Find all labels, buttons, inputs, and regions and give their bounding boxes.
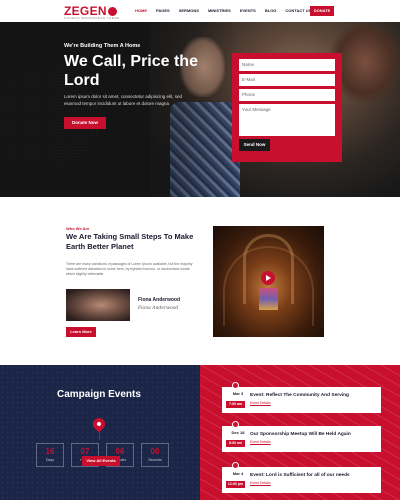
event-time: 12:00 pm [226,481,245,488]
countdown-seconds: 00 Seconds [141,443,169,467]
donate-now-button[interactable]: Donate Now [64,117,106,129]
donate-button[interactable]: DONATE [310,6,334,16]
event-card[interactable]: Mar 4 12:00 pm Event: Lord is Sufficient… [222,462,381,493]
pin-line [99,432,100,440]
menu-item-pages[interactable]: PAGES [156,8,170,13]
learn-more-button[interactable]: Learn More [66,327,96,337]
event-title[interactable]: Our Sponsorship Meetup Will Be Held Agai… [250,432,351,437]
main-menu: HOME PAGES SERMONS MINISTRIES EVENTS BLO… [135,8,311,13]
send-now-button[interactable]: Send Now [239,139,270,151]
event-marker-icon [232,462,239,469]
event-date: Mar 4 [232,471,244,476]
hero-kicker: We're Building Them A Home [64,43,141,49]
event-title[interactable]: Event: Lord is Sufficient for all of our… [250,473,350,478]
name-field[interactable]: Name [239,59,335,71]
menu-item-blog[interactable]: BLOG [265,8,277,13]
campaign-section [0,365,200,500]
event-time: 7:00 am [226,401,245,408]
event-card[interactable]: Mar 3 7:00 am Event: Reflect The Communi… [222,382,381,413]
event-card[interactable]: Dec 18 8:00 am Our Sponsorship Meetup Wi… [222,421,381,452]
countdown-value: 06 [115,447,125,456]
contact-form: Name E-Mail Phone Your Message Send Now [232,53,342,162]
phone-field[interactable]: Phone [239,89,335,101]
logo-drop-icon [107,7,117,16]
play-icon[interactable] [261,271,275,285]
countdown-label: Days [46,458,54,462]
campaign-title: Campaign Events [57,389,141,400]
menu-item-events[interactable]: EVENTS [240,8,256,13]
event-time: 8:00 am [226,440,245,447]
logo-tagline: CHURCH WORDPRESS THEME [64,16,120,20]
event-details-link[interactable]: Event Details [250,481,271,485]
dot-pattern [0,365,200,500]
message-field[interactable]: Your Message [239,104,335,136]
about-title: We Are Taking Small Steps To Make Earth … [66,232,194,251]
menu-item-home[interactable]: HOME [135,8,147,13]
countdown-value: 07 [80,447,90,456]
countdown-value: 00 [150,447,160,456]
countdown-days: 16 Days [36,443,64,467]
event-details-link[interactable]: Event Details [250,440,271,444]
founder-name: Fiona Anderwood [138,297,181,303]
event-title[interactable]: Event: Reflect The Community And Serving [250,393,349,398]
hero-text: Lorem ipsum dolor sit amet, consectetur … [64,94,183,106]
about-kicker: Who We Are [66,226,90,231]
event-details-link[interactable]: Event Details [250,401,271,405]
stained-glass-window [259,288,278,310]
about-text: There are many variations of passages of… [66,262,193,276]
event-marker-icon [232,421,239,428]
founder-signature: Fiona Anderwood [138,306,179,311]
countdown-value: 16 [45,447,55,456]
top-navigation: ZEGEN CHURCH WORDPRESS THEME HOME PAGES … [0,0,400,22]
event-date: Dec 18 [231,430,245,435]
event-date: Mar 3 [232,391,244,396]
hero-title: We Call, Price the Lord [64,53,198,89]
email-field[interactable]: E-Mail [239,74,335,86]
countdown-label: Seconds [148,458,162,462]
menu-item-ministries[interactable]: MINISTRIES [208,8,231,13]
praying-hands-image [66,289,130,321]
event-marker-icon [232,382,239,389]
view-all-events-button[interactable]: View All Events [82,456,120,466]
menu-item-sermons[interactable]: SERMONS [179,8,199,13]
menu-item-contact[interactable]: CONTACT US [285,8,311,13]
church-video-thumbnail[interactable] [213,226,324,337]
